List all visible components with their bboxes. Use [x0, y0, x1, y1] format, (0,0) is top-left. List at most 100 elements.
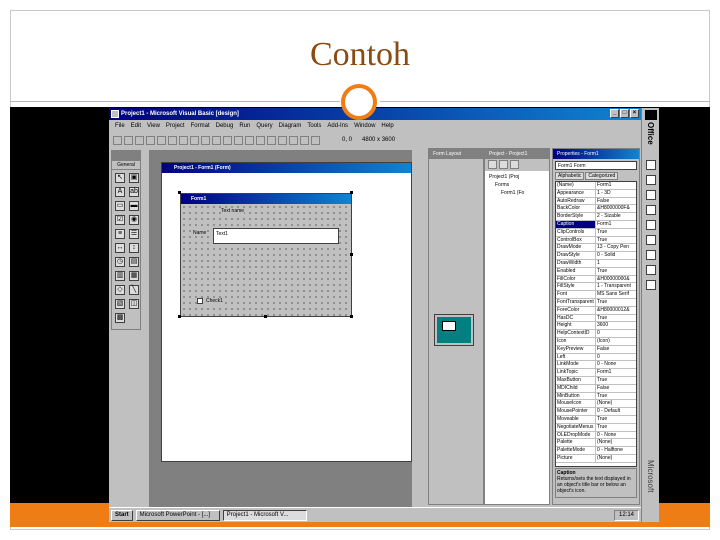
property-row[interactable]: MDIChild False	[556, 384, 636, 393]
resize-handle[interactable]	[350, 253, 353, 256]
office-powerpoint-icon[interactable]	[646, 190, 656, 200]
property-value[interactable]: 0 - None	[596, 361, 636, 368]
shape-tool-icon[interactable]: ◇	[115, 285, 125, 295]
property-row[interactable]: PaletteMode 0 - Halftone	[556, 447, 636, 455]
property-value[interactable]: 13 - Copy Pen	[596, 244, 636, 251]
menu-item-run[interactable]: Run	[239, 121, 250, 132]
office-word-icon[interactable]	[646, 160, 656, 170]
property-row[interactable]: ForeColor &H80000012&	[556, 306, 636, 315]
toggle-folders-icon[interactable]	[510, 160, 519, 169]
frame-tool-icon[interactable]: ▭	[115, 201, 125, 211]
property-value[interactable]: True	[596, 268, 636, 275]
property-row[interactable]: Caption Form1	[556, 220, 636, 229]
resize-handle[interactable]	[264, 315, 267, 318]
property-value[interactable]: Form1	[596, 221, 636, 228]
form1-grid[interactable]: Text name Name Text1 Check1	[181, 204, 351, 316]
property-value[interactable]: True	[596, 424, 636, 431]
property-value[interactable]: True	[596, 377, 636, 384]
resize-handle[interactable]	[178, 191, 181, 194]
property-value[interactable]: 2 - Sizable	[596, 213, 636, 220]
add-project-icon[interactable]	[113, 135, 122, 145]
property-row[interactable]: (Name) Form1	[556, 182, 636, 190]
cut-icon[interactable]	[168, 135, 177, 145]
property-row[interactable]: BorderStyle 2 - Sizable	[556, 213, 636, 221]
redo-icon[interactable]	[223, 135, 232, 145]
menu-item-help[interactable]: Help	[381, 121, 393, 132]
name-label[interactable]: Name	[193, 230, 207, 236]
property-row[interactable]: DrawStyle 0 - Solid	[556, 252, 636, 260]
image-tool-icon[interactable]: ▧	[115, 299, 125, 309]
data-tool-icon[interactable]: ◫	[129, 299, 139, 309]
property-row[interactable]: LinkMode 0 - None	[556, 361, 636, 370]
office-access-icon[interactable]	[646, 205, 656, 215]
checkbox-tool-icon[interactable]: ☑	[115, 215, 125, 225]
office-ie-icon[interactable]	[646, 250, 656, 260]
property-value[interactable]: (Icon)	[596, 338, 636, 345]
drivelistbox-tool-icon[interactable]: ▤	[129, 257, 139, 267]
property-row[interactable]: MaxButton True	[556, 376, 636, 385]
paste-icon[interactable]	[190, 135, 199, 145]
property-row[interactable]: AutoRedraw False	[556, 197, 636, 206]
property-value[interactable]: 0	[596, 354, 636, 361]
stop-icon[interactable]	[256, 135, 265, 145]
office-outlook-icon[interactable]	[646, 220, 656, 230]
property-value[interactable]: False	[596, 385, 636, 392]
property-row[interactable]: FontTransparent True	[556, 298, 636, 307]
property-value[interactable]: False	[596, 198, 636, 205]
property-row[interactable]: Moveable True	[556, 415, 636, 424]
property-value[interactable]: (None)	[596, 400, 636, 407]
vscrollbar-tool-icon[interactable]: ↕	[129, 243, 139, 253]
find-icon[interactable]	[201, 135, 210, 145]
close-button[interactable]: ×	[630, 109, 639, 118]
property-row[interactable]: FillStyle 1 - Transparent	[556, 283, 636, 292]
resize-handle[interactable]	[178, 315, 181, 318]
toolbox-icon[interactable]	[311, 135, 320, 145]
property-value[interactable]: 1 - Transparent	[596, 283, 636, 290]
run-icon[interactable]	[234, 135, 243, 145]
taskbar-item-powerpoint[interactable]: Microsoft PowerPoint - [...]	[135, 509, 220, 521]
property-value[interactable]: MS Sans Serif	[596, 291, 636, 298]
open-icon[interactable]	[146, 135, 155, 145]
resize-handle[interactable]	[350, 191, 353, 194]
property-row[interactable]: MinButton True	[556, 392, 636, 401]
optionbutton-tool-icon[interactable]: ◉	[129, 215, 139, 225]
property-value[interactable]: True	[596, 229, 636, 236]
save-icon[interactable]	[157, 135, 166, 145]
property-value[interactable]: False	[596, 346, 636, 353]
property-row[interactable]: OLEDropMode 0 - None	[556, 431, 636, 440]
dirlistbox-tool-icon[interactable]: ▥	[115, 271, 125, 281]
menu-item-format[interactable]: Format	[191, 121, 210, 132]
property-row[interactable]: MouseIcon (None)	[556, 400, 636, 409]
property-row[interactable]: NegotiateMenus True	[556, 423, 636, 432]
form-layout-icon[interactable]	[289, 135, 298, 145]
property-value[interactable]: True	[596, 315, 636, 322]
undo-icon[interactable]	[212, 135, 221, 145]
property-row[interactable]: ClipControls True	[556, 228, 636, 237]
property-row[interactable]: Height 3600	[556, 322, 636, 331]
menu-editor-icon[interactable]	[135, 135, 144, 145]
property-value[interactable]: 3600	[596, 322, 636, 329]
property-value[interactable]: 1 - 3D	[596, 190, 636, 197]
property-value[interactable]: True	[596, 299, 636, 306]
tab-alphabetic[interactable]: Alphabetic	[555, 172, 585, 180]
property-value[interactable]: &H8000000F&	[596, 205, 636, 212]
menu-item-diagram[interactable]: Diagram	[279, 121, 302, 132]
resize-handle[interactable]	[350, 315, 353, 318]
maximize-button[interactable]: □	[620, 109, 629, 118]
pause-icon[interactable]	[245, 135, 254, 145]
property-row[interactable]: Icon (Icon)	[556, 337, 636, 346]
property-row[interactable]: KeyPreview False	[556, 345, 636, 354]
taskbar-item-visual-basic[interactable]: Project1 - Microsoft V...	[222, 509, 307, 521]
menu-item-edit[interactable]: Edit	[131, 121, 141, 132]
property-value[interactable]: Form1	[596, 182, 636, 189]
office-binder-icon[interactable]	[646, 235, 656, 245]
view-code-icon[interactable]	[488, 160, 497, 169]
office-excel-icon[interactable]	[646, 175, 656, 185]
menu-item-query[interactable]: Query	[256, 121, 272, 132]
combobox-tool-icon[interactable]: ≡	[115, 229, 125, 239]
property-value[interactable]: True	[596, 416, 636, 423]
property-value[interactable]: &H00000000&	[596, 276, 636, 283]
property-value[interactable]: 0 - Solid	[596, 252, 636, 259]
menu-item-file[interactable]: File	[115, 121, 125, 132]
start-button[interactable]: Start	[111, 509, 133, 521]
